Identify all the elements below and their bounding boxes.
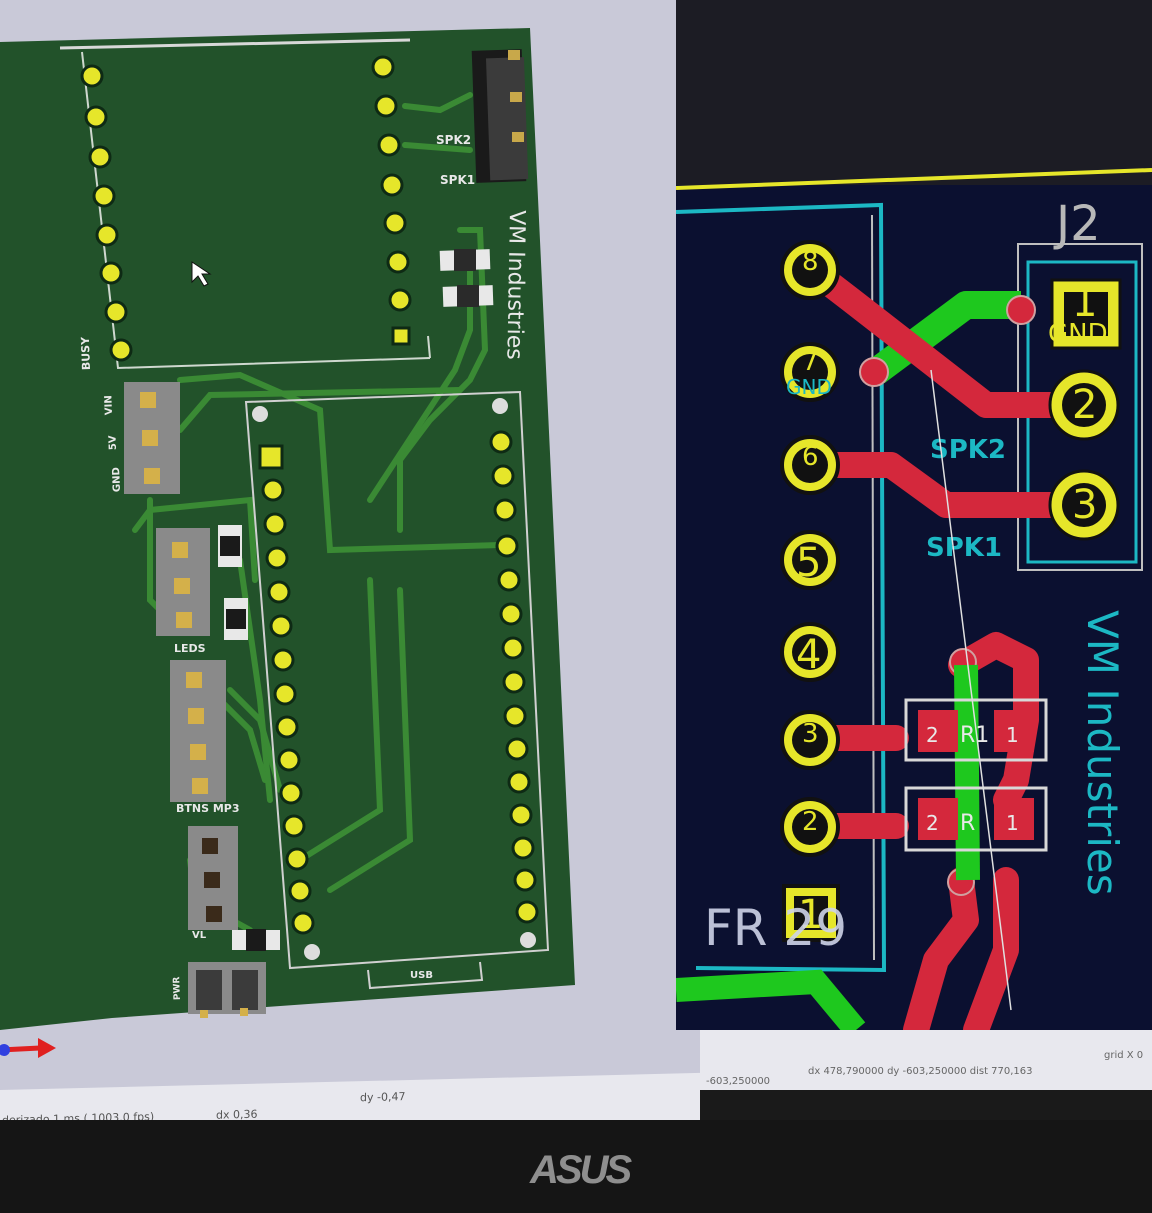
r1-pad-2-label: 2 [926,723,939,747]
silk-btns-mp3: BTNS MP3 [176,802,240,815]
silk-usb: USB [410,970,433,981]
j2-pin1-gnd-label: GND [1048,319,1108,349]
silk-vin: VIN [103,395,115,415]
power-header [124,382,180,494]
silk-vl: VL [192,930,207,941]
pin-3-label: 3 [802,719,819,749]
viewer-dy-text: dy -0,47 [360,1090,406,1105]
3d-board-render: SPK2 SPK1 VM Industries BUSY VIN 5V GND [0,28,575,1058]
pin-7-gnd-label: GND [786,375,832,399]
pin-4-label: 4 [796,632,821,678]
buttons-header [170,660,226,802]
via-2 [1006,295,1036,325]
smd-resistor-r2 [442,285,494,307]
pin-2-label: 2 [802,807,819,837]
axis-gizmo-icon [0,1038,56,1058]
silk-pwr: PWR [172,976,183,1000]
r1-pad-1-label: 1 [1006,723,1019,747]
module-courtyard [676,202,887,973]
pin-7-label: 7 [802,347,819,377]
pin-6-label: 6 [802,442,819,472]
pin-5-label: 5 [796,540,821,586]
smd-led-1 [218,525,242,567]
via-1 [859,357,889,387]
r1-reference: R1 [960,723,989,748]
r2-pad-2-label: 2 [926,811,939,835]
vertical-gnd-track [954,664,980,881]
smd-resistor-r3 [232,929,280,951]
smd-led-2 [224,598,248,640]
pcb-status-coord: -603,250000 [706,1076,771,1087]
r2-reference: R [960,811,975,836]
pin-8-label: 8 [802,247,819,277]
vl-header [188,826,238,930]
monitor-logo: ASUS [530,1148,632,1192]
pcb-layout-view: J2 8 7 GND 6 5 4 3 2 1 1 GND 2 3 SPK2 SP… [676,168,1152,1030]
pcb-brand-text: VM Industries [1078,610,1127,896]
spk1-label: SPK1 [926,533,1002,563]
silk-spk1: SPK1 [440,173,475,187]
silk-spk2: SPK2 [436,133,471,147]
silk-leds: LEDS [174,642,206,655]
3d-viewer-canvas[interactable]: SPK2 SPK1 VM Industries BUSY VIN 5V GND [0,0,700,1090]
silk-gnd: GND [111,467,123,492]
j2-pin3-label: 3 [1072,482,1097,528]
pcb-status-grid: grid X 0 [1104,1050,1144,1061]
bottom-track [676,969,866,1030]
pcb-editor-statusbar: -603,250000 dx 478,790000 dy -603,250000… [700,1030,1152,1090]
pwr-switch [188,962,266,1018]
j2-reference: J2 [1053,196,1101,252]
pcb-status-delta: dx 478,790000 dy -603,250000 dist 770,16… [808,1066,1033,1077]
r2-pad-1-label: 1 [1006,811,1019,835]
j2-pin2-label: 2 [1072,382,1097,428]
silk-busy: BUSY [79,336,93,371]
pcb-editor-canvas[interactable]: J2 8 7 GND 6 5 4 3 2 1 1 GND 2 3 SPK2 SP… [676,0,1152,1030]
module-silk-fragment: FR 29 [704,899,847,957]
silk-5v: 5V [107,435,119,450]
board-edge-cut [676,168,1152,190]
speaker-header-j2 [471,49,529,183]
silk-brand: VM Industries [501,210,529,360]
smd-resistor-r1 [439,249,491,271]
leds-header [156,528,210,636]
signal-tracks [799,257,1097,1030]
